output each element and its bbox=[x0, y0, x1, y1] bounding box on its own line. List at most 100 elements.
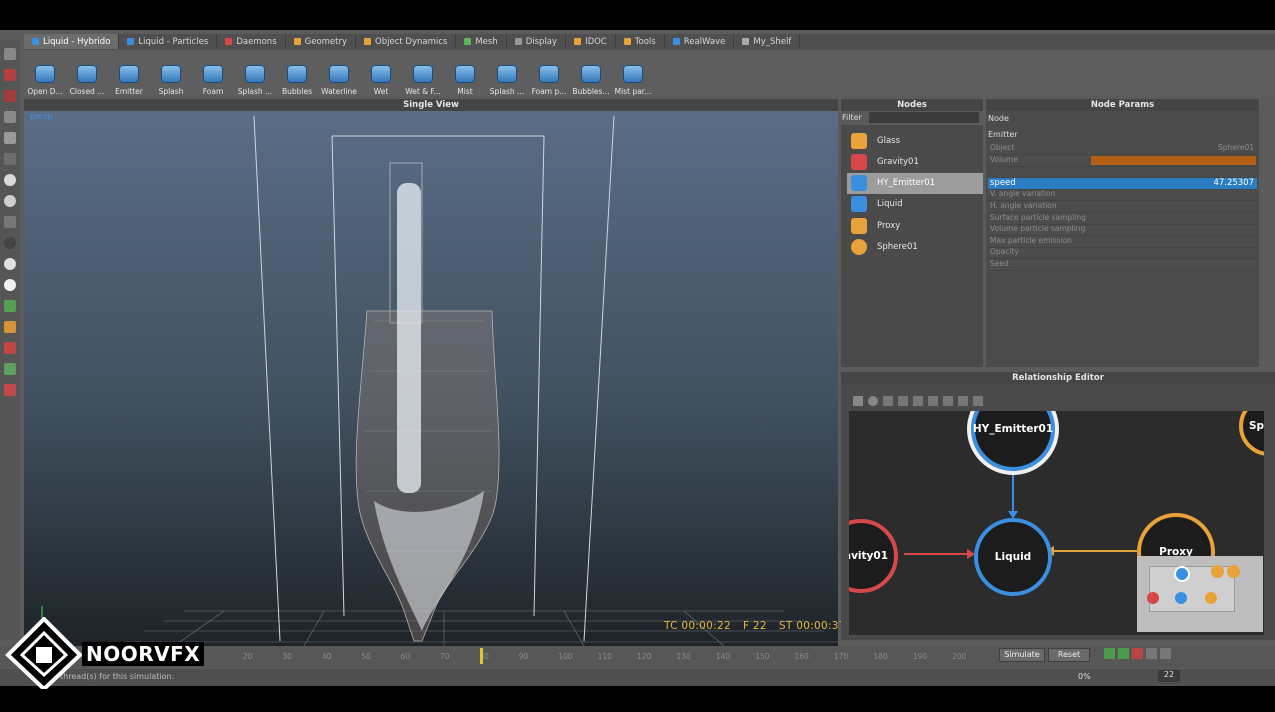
graph-node-liquid[interactable]: Liquid bbox=[974, 518, 1052, 596]
shelf-tool-13[interactable]: Bubbles... bbox=[570, 50, 612, 96]
delete-tool-icon[interactable] bbox=[4, 384, 16, 396]
param-label: Object bbox=[990, 143, 1015, 152]
paint-tool-icon[interactable] bbox=[4, 321, 16, 333]
shelf-tab-3[interactable]: Geometry bbox=[286, 34, 357, 49]
simulate-button[interactable]: Simulate bbox=[999, 648, 1045, 662]
sim-step-icon[interactable] bbox=[1118, 648, 1129, 659]
param-row[interactable]: speed 47.25307 bbox=[988, 177, 1257, 190]
param-row[interactable]: Opacity bbox=[988, 247, 1257, 260]
timeline-tick: 170 bbox=[834, 652, 849, 661]
shelf-tool-14[interactable]: Mist par... bbox=[612, 50, 654, 96]
shelf-tool-7[interactable]: Waterline bbox=[318, 50, 360, 96]
node-graph[interactable]: HY_Emitter01 Liquid ravity01 Proxy Spl bbox=[849, 411, 1264, 635]
playhead[interactable] bbox=[480, 648, 483, 664]
param-row[interactable]: Surface particle sampling bbox=[988, 213, 1257, 225]
sim-cache-icon[interactable] bbox=[1146, 648, 1157, 659]
node-item-glass[interactable]: Glass bbox=[847, 130, 983, 151]
link-tool-icon[interactable] bbox=[4, 153, 16, 165]
timeline-tick: 150 bbox=[755, 652, 770, 661]
select-tool-icon[interactable] bbox=[4, 48, 16, 60]
sim-export-icon[interactable] bbox=[1160, 648, 1171, 659]
brush-tool-icon[interactable] bbox=[4, 300, 16, 312]
shelf-tab-9[interactable]: RealWave bbox=[665, 34, 735, 49]
shelf-tool-4[interactable]: Foam bbox=[192, 50, 234, 96]
group-icon[interactable] bbox=[928, 396, 938, 406]
param-row[interactable]: H. angle variation bbox=[988, 201, 1257, 213]
shelf-tool-8[interactable]: Wet bbox=[360, 50, 402, 96]
minimap-liquid-dot bbox=[1175, 592, 1187, 604]
refresh-icon[interactable] bbox=[868, 396, 878, 406]
viewport-canvas[interactable] bbox=[24, 111, 838, 646]
cylinder-tool-icon[interactable] bbox=[4, 216, 16, 228]
layout-icon[interactable] bbox=[898, 396, 908, 406]
param-row[interactable]: Object Sphere01 bbox=[988, 143, 1257, 155]
filter-input[interactable] bbox=[869, 112, 979, 123]
shelf-tab-8[interactable]: Tools bbox=[616, 34, 665, 49]
shelf-tab-4[interactable]: Object Dynamics bbox=[356, 34, 457, 49]
white-sphere-tool-icon[interactable] bbox=[4, 279, 16, 291]
shelf-tab-6[interactable]: Display bbox=[507, 34, 567, 49]
object-value[interactable]: Sphere01 bbox=[1218, 143, 1254, 152]
save-tool-icon[interactable] bbox=[4, 363, 16, 375]
node-item-hy_emitter01[interactable]: HY_Emitter01 bbox=[847, 172, 983, 194]
rotate-tool-icon[interactable] bbox=[4, 90, 16, 102]
zoom-icon[interactable] bbox=[943, 396, 953, 406]
reset-button[interactable]: Reset bbox=[1048, 648, 1090, 662]
shelf-tool-2[interactable]: Emitter bbox=[108, 50, 150, 96]
erase-tool-icon[interactable] bbox=[4, 342, 16, 354]
shelf-tab-10[interactable]: My_Shelf bbox=[734, 34, 801, 49]
shelf-tool-0[interactable]: Open D... bbox=[24, 50, 66, 96]
sphere-tool-icon[interactable] bbox=[4, 174, 16, 186]
timeline-tick: 60 bbox=[400, 652, 411, 661]
minimap-gravity-dot bbox=[1147, 592, 1159, 604]
fit-icon[interactable] bbox=[958, 396, 968, 406]
light-sphere-tool-icon[interactable] bbox=[4, 258, 16, 270]
param-row[interactable]: Seed bbox=[988, 259, 1257, 271]
node-item-sphere01[interactable]: Sphere01 bbox=[847, 237, 983, 258]
dark-sphere-tool-icon[interactable] bbox=[4, 237, 16, 249]
param-row[interactable]: Max particle emission bbox=[988, 236, 1257, 248]
shelf-tab-icon bbox=[464, 38, 472, 45]
shelf-tab-7[interactable]: IDOC bbox=[566, 34, 616, 49]
sim-stop-icon[interactable] bbox=[1132, 648, 1143, 659]
shelf-tool-3[interactable]: Splash bbox=[150, 50, 192, 96]
param-label: Volume bbox=[990, 154, 1018, 164]
node-item-liquid[interactable]: Liquid bbox=[847, 194, 983, 215]
filter-icon[interactable] bbox=[973, 396, 983, 406]
param-row[interactable]: Volume bbox=[988, 155, 1257, 167]
tree-icon[interactable] bbox=[913, 396, 923, 406]
param-row[interactable]: Volume particle sampling bbox=[988, 224, 1257, 237]
shelf-tab-5[interactable]: Mesh bbox=[456, 34, 507, 49]
current-frame-field[interactable]: 22 bbox=[1158, 670, 1180, 682]
node-item-proxy[interactable]: Proxy bbox=[847, 215, 983, 236]
shelf-tool-6[interactable]: Bubbles bbox=[276, 50, 318, 96]
param-row[interactable]: V. angle variation bbox=[988, 189, 1257, 202]
shelf-tool-11[interactable]: Splash ... bbox=[486, 50, 528, 96]
move-tool-icon[interactable] bbox=[4, 69, 16, 81]
shelf-tab-0[interactable]: Liquid - Hybrido bbox=[24, 34, 120, 49]
shelf-tool-icon bbox=[581, 65, 601, 83]
speed-value[interactable]: 47.25307 bbox=[1213, 178, 1254, 188]
shelf-tool-12[interactable]: Foam p... bbox=[528, 50, 570, 96]
shelf-tool-5[interactable]: Splash ... bbox=[234, 50, 276, 96]
shelf-tab-label: Daemons bbox=[236, 36, 277, 47]
shelf-tool-10[interactable]: Mist bbox=[444, 50, 486, 96]
shelf-tool-label: Open D... bbox=[27, 87, 63, 96]
shelf-tool-label: Wet bbox=[373, 87, 389, 96]
cube-tool-icon[interactable] bbox=[4, 132, 16, 144]
undo-icon[interactable] bbox=[853, 396, 863, 406]
shelf-tab-2[interactable]: Daemons bbox=[217, 34, 286, 49]
shelf-tab-icon bbox=[623, 38, 631, 45]
shelf-tool-1[interactable]: Closed ... bbox=[66, 50, 108, 96]
shelf-tool-icon bbox=[35, 65, 55, 83]
param-row[interactable] bbox=[988, 166, 1257, 179]
node-item-gravity01[interactable]: Gravity01 bbox=[847, 151, 983, 172]
scale-tool-icon[interactable] bbox=[4, 111, 16, 123]
graph-minimap[interactable] bbox=[1137, 556, 1263, 632]
torus-tool-icon[interactable] bbox=[4, 195, 16, 207]
shelf-tab-1[interactable]: Liquid - Particles bbox=[119, 34, 218, 49]
frame-icon[interactable] bbox=[883, 396, 893, 406]
shelf-tool-9[interactable]: Wet & F... bbox=[402, 50, 444, 96]
sim-play-icon[interactable] bbox=[1104, 648, 1115, 659]
volume-color-swatch[interactable] bbox=[1091, 155, 1256, 165]
